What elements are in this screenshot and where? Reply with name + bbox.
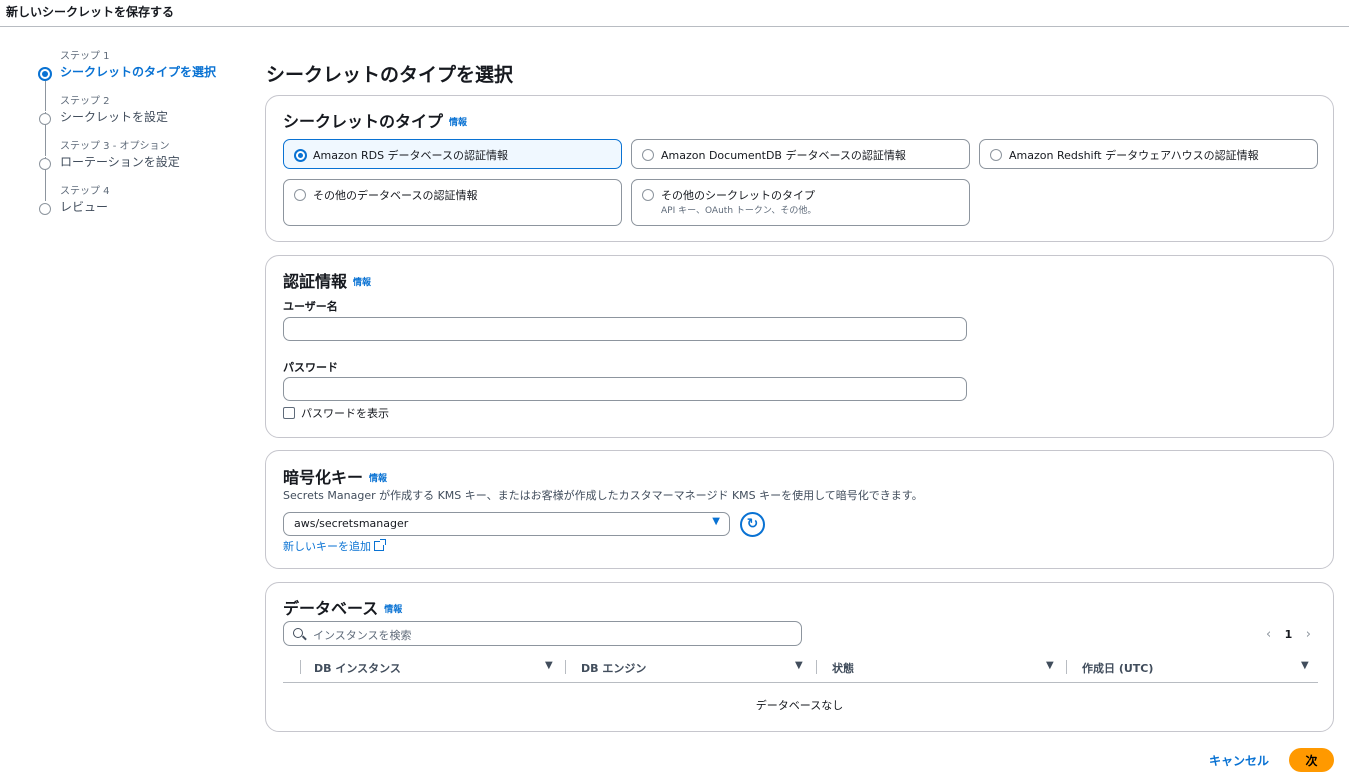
info-link[interactable]: 情報 xyxy=(449,118,467,128)
step-indicator-icon xyxy=(39,158,51,170)
instance-search[interactable]: インスタンスを検索 xyxy=(283,621,802,646)
password-input[interactable] xyxy=(283,377,967,401)
sort-icon[interactable]: ▼ xyxy=(1046,660,1054,671)
username-input[interactable] xyxy=(283,317,967,341)
secret-type-heading: シークレットのタイプ 情報 xyxy=(283,108,467,132)
encryption-description: Secrets Manager が作成する KMS キー、またはお客様が作成した… xyxy=(283,489,923,502)
radio-icon[interactable] xyxy=(642,189,654,201)
column-header-created[interactable]: 作成日 (UTC) xyxy=(1082,660,1153,676)
chevron-left-icon[interactable]: ‹ xyxy=(1266,627,1271,642)
secret-type-option-other-db[interactable]: その他のデータベースの認証情報 xyxy=(283,179,622,226)
sort-icon[interactable]: ▼ xyxy=(795,660,803,671)
secret-type-option-documentdb[interactable]: Amazon DocumentDB データベースの認証情報 xyxy=(631,139,970,169)
step-number: ステップ 1 xyxy=(60,51,110,62)
secret-type-option-other-secret[interactable]: その他のシークレットのタイプ API キー、OAuth トークン、その他。 xyxy=(631,179,970,226)
info-link[interactable]: 情報 xyxy=(369,474,387,484)
username-label: ユーザー名 xyxy=(283,300,338,313)
radio-icon[interactable] xyxy=(642,149,654,161)
table-header: DB インスタンス ▼ DB エンジン ▼ 状態 ▼ 作成日 (UTC) ▼ xyxy=(283,655,1318,683)
secret-type-option-redshift[interactable]: Amazon Redshift データウェアハウスの認証情報 xyxy=(979,139,1318,169)
next-button[interactable]: 次 xyxy=(1289,748,1334,772)
radio-icon[interactable] xyxy=(294,189,306,201)
sort-icon[interactable]: ▼ xyxy=(1301,660,1309,671)
section-heading-text: 認証情報 xyxy=(283,272,348,291)
step-4[interactable]: ステップ 4 レビュー xyxy=(38,185,238,230)
sort-icon[interactable]: ▼ xyxy=(545,660,553,671)
radio-icon[interactable] xyxy=(990,149,1002,161)
step-2[interactable]: ステップ 2 シークレットを設定 xyxy=(38,95,238,156)
external-link-icon xyxy=(374,539,386,551)
column-divider xyxy=(1066,660,1067,674)
step-label[interactable]: シークレットを設定 xyxy=(60,109,238,126)
step-indicator-icon xyxy=(39,203,51,215)
option-label: Amazon DocumentDB データベースの認証情報 xyxy=(661,149,906,162)
step-indicator-icon xyxy=(39,113,51,125)
pagination: ‹ 1 › xyxy=(1256,627,1311,642)
step-number: ステップ 4 xyxy=(60,186,110,197)
database-card: データベース 情報 インスタンスを検索 ‹ 1 › DB インスタンス ▼ DB … xyxy=(265,582,1334,732)
cancel-button[interactable]: キャンセル xyxy=(1209,752,1269,769)
show-password-label[interactable]: パスワードを表示 xyxy=(301,405,389,421)
password-label: パスワード xyxy=(283,361,338,374)
step-number: ステップ 2 xyxy=(60,96,110,107)
encryption-heading: 暗号化キー 情報 xyxy=(283,464,387,488)
section-heading-text: データベース xyxy=(283,599,379,618)
search-placeholder: インスタンスを検索 xyxy=(313,629,412,642)
top-bar: 新しいシークレットを保存する xyxy=(0,0,1349,27)
kms-key-value: aws/secretsmanager xyxy=(294,517,409,530)
step-label[interactable]: ローテーションを設定 xyxy=(60,154,238,171)
database-heading: データベース 情報 xyxy=(283,595,402,619)
empty-state: データベースなし xyxy=(755,699,844,712)
column-header-status[interactable]: 状態 xyxy=(832,660,854,676)
info-link[interactable]: 情報 xyxy=(353,278,371,288)
column-header-db-instance[interactable]: DB インスタンス xyxy=(314,660,401,676)
radio-selected-icon[interactable] xyxy=(294,149,307,162)
chevron-right-icon[interactable]: › xyxy=(1306,627,1311,642)
step-indicator-active-icon xyxy=(38,67,52,81)
wizard-steps: ステップ 1 シークレットのタイプを選択 ステップ 2 シークレットを設定 ステ… xyxy=(38,50,238,230)
step-number: ステップ 3 - オプション xyxy=(60,141,170,152)
option-label: その他のデータベースの認証情報 xyxy=(313,189,478,202)
step-label[interactable]: シークレットのタイプを選択 xyxy=(60,64,238,81)
show-password-checkbox[interactable] xyxy=(283,407,295,419)
option-label: Amazon Redshift データウェアハウスの認証情報 xyxy=(1009,149,1259,162)
section-heading-text: シークレットのタイプ xyxy=(283,112,444,131)
add-new-key-text[interactable]: 新しいキーを追加 xyxy=(283,540,371,553)
add-new-key-link[interactable]: 新しいキーを追加 xyxy=(283,538,386,554)
refresh-icon[interactable]: ↻ xyxy=(740,512,765,537)
secret-type-option-rds[interactable]: Amazon RDS データベースの認証情報 xyxy=(283,139,622,169)
column-divider xyxy=(816,660,817,674)
encryption-key-card: 暗号化キー 情報 Secrets Manager が作成する KMS キー、または… xyxy=(265,450,1334,569)
column-divider xyxy=(565,660,566,674)
kms-key-select[interactable]: aws/secretsmanager ▼ xyxy=(283,512,730,536)
option-label: その他のシークレットのタイプ xyxy=(661,189,815,202)
caret-down-icon: ▼ xyxy=(712,516,720,527)
column-divider xyxy=(300,660,301,674)
credentials-heading: 認証情報 情報 xyxy=(283,268,371,292)
header-title: 新しいシークレットを保存する xyxy=(6,5,175,19)
step-label[interactable]: レビュー xyxy=(60,199,238,216)
secret-type-card: シークレットのタイプ 情報 Amazon RDS データベースの認証情報 Amaz… xyxy=(265,95,1334,242)
column-header-db-engine[interactable]: DB エンジン xyxy=(581,660,646,676)
credentials-card: 認証情報 情報 ユーザー名 パスワード パスワードを表示 xyxy=(265,255,1334,438)
section-heading-text: 暗号化キー xyxy=(283,468,364,487)
step-3[interactable]: ステップ 3 - オプション ローテーションを設定 xyxy=(38,140,238,201)
option-label: Amazon RDS データベースの認証情報 xyxy=(313,149,508,162)
option-description: API キー、OAuth トークン、その他。 xyxy=(661,206,817,216)
info-link[interactable]: 情報 xyxy=(384,605,402,615)
search-icon xyxy=(293,628,303,638)
page-number[interactable]: 1 xyxy=(1285,628,1293,641)
page-title: シークレットのタイプを選択 xyxy=(266,64,514,86)
step-1[interactable]: ステップ 1 シークレットのタイプを選択 xyxy=(38,50,238,111)
